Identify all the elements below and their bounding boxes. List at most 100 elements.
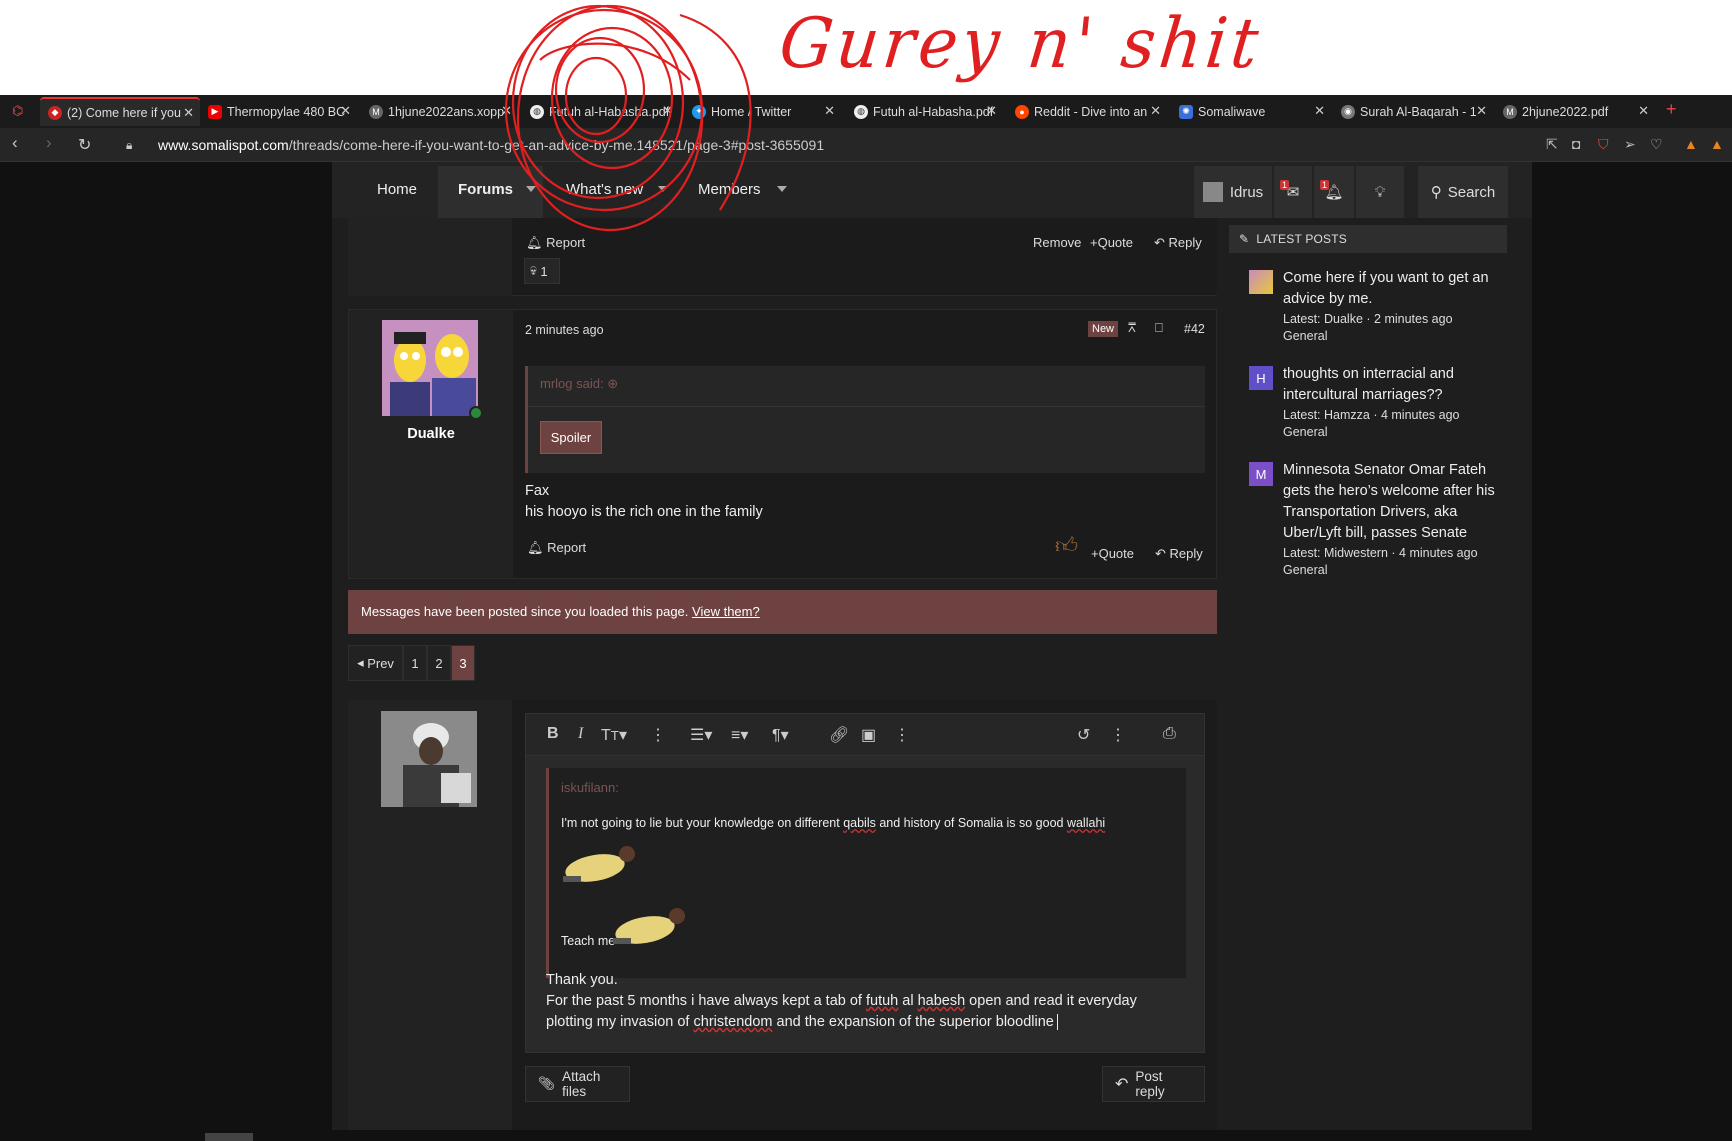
undo-icon[interactable]: ↺ [1077,725,1090,745]
post-avatar [1249,270,1273,294]
page-1-button[interactable]: 1 [403,645,427,681]
forums-caret-icon[interactable] [526,186,536,192]
tab-2[interactable]: ▶ Thermopylae 480 BC ✕ [200,97,357,126]
page-2-button[interactable]: 2 [427,645,451,681]
latest-post-item[interactable]: H thoughts on interracial and intercultu… [1229,364,1507,444]
close-tab-icon[interactable]: ✕ [340,103,351,119]
metamask-icon[interactable]: ▲ [1684,136,1698,152]
user-menu[interactable]: Idrus [1194,166,1272,218]
attach-files-button[interactable]: 📎︎ Attach files [525,1066,630,1102]
report-link[interactable]: 🔔︎ Report [526,235,585,251]
more-actions-icon[interactable]: ⋮ [1110,725,1126,745]
address-bar: ‹ › ↻ 🔒︎ www.somalispot.com/threads/come… [0,128,1732,162]
tab-10[interactable]: M 2hjune2022.pdf ✕ [1495,97,1655,126]
reaction-summary[interactable]: 💀︎ 1 [524,258,560,284]
tab-6[interactable]: ◍ Futuh al-Habasha.pdf ✕ [846,97,1003,126]
send-icon[interactable]: ➢ [1624,136,1636,153]
close-tab-icon[interactable]: ✕ [1150,103,1161,119]
thumbs-up-icon[interactable]: 👍︎ [1055,532,1078,559]
quote-link[interactable]: +Quote [1090,235,1133,250]
close-tab-icon[interactable]: ✕ [1638,103,1649,119]
list-icon[interactable]: ☰▾ [690,725,712,745]
inbox-button[interactable]: ✉ 1 [1274,166,1312,218]
tab-5[interactable]: ✦ Home / Twitter ✕ [684,97,841,126]
preview-icon[interactable]: ⎙ [1163,725,1176,743]
xournal-favicon-icon: M [369,104,383,119]
gamepad-icon[interactable]: ⌬ [12,103,23,119]
shield-icon[interactable]: ⛉ [1598,136,1609,153]
nav-whats-new[interactable]: What's new [566,181,643,198]
bold-icon[interactable]: B [547,725,559,743]
nav-members[interactable]: Members [698,181,761,198]
nav-home[interactable]: Home [377,181,417,198]
back-icon[interactable]: ‹ [12,133,18,153]
alerts-button[interactable]: 🔔︎ 1 [1314,166,1354,218]
share-icon[interactable]: ⩞ [1128,320,1136,336]
reload-icon[interactable]: ↻ [78,135,91,155]
bell-icon: 🔔︎ [527,540,544,555]
spoiler-button[interactable]: Spoiler [540,421,602,454]
view-them-link[interactable]: View them? [692,604,760,619]
new-tab-icon[interactable]: + [1666,99,1677,120]
page-3-button[interactable]: 3 [451,645,475,681]
quote-block: mrlog said: ⊕ [525,366,1205,473]
close-tab-icon[interactable]: ✕ [662,103,673,119]
url-field[interactable]: www.somalispot.com/threads/come-here-if-… [158,137,824,153]
tab-1[interactable]: ◆ (2) Come here if you ✕ [40,97,200,126]
bulb-button[interactable]: 💡︎ [1356,166,1404,218]
remove-link[interactable]: Remove [1033,235,1081,250]
editor-line-3: plotting my invasion of christendom and … [546,1014,1058,1030]
dancing-man-emoji-icon [563,846,635,882]
heart-icon[interactable]: ♡ [1650,136,1663,153]
close-tab-icon[interactable]: ✕ [1314,103,1325,119]
text-size-icon[interactable]: TT▾ [601,725,627,745]
report-link[interactable]: 🔔︎ Report [527,540,586,556]
link-icon[interactable]: 🔗︎ [829,725,849,745]
share-icon[interactable]: ⇱ [1546,136,1558,153]
line-fax: Fax [525,483,550,499]
close-tab-icon[interactable]: ✕ [1476,103,1487,119]
username[interactable]: Dualke [349,426,513,442]
members-caret-icon[interactable] [777,186,787,192]
more-options-icon[interactable]: ⋮ [650,725,666,745]
post-time[interactable]: 2 minutes ago [525,323,604,337]
rich-text-editor[interactable]: B I TT▾ ⋮ ☰▾ ≡▾ ¶▾ 🔗︎ ▣ ⋮ ↺ ⋮ ⎙ iskufila… [525,713,1205,1053]
bookmark-icon[interactable]: ⎕ [1155,320,1163,336]
editor-quote-text: I'm not going to lie but your knowledge … [561,816,1106,830]
new-badge: New [1088,321,1119,337]
quote-author[interactable]: mrlog said: ⊕ [540,376,618,392]
extension-icon[interactable]: ▲ [1710,136,1724,152]
nav-forums[interactable]: Forums [458,181,513,198]
tab-4[interactable]: ◍ Futuh al-Habasha.pdf ✕ [522,97,679,126]
post-number[interactable]: #42 [1184,322,1205,336]
post-reply-button[interactable]: ↶ Post reply [1102,1066,1205,1102]
skull-icon: 💀︎ [530,263,537,278]
tab-3[interactable]: M 1hjune2022ans.xopp ✕ [361,97,518,126]
my-avatar[interactable] [381,711,477,807]
whats-new-caret-icon[interactable] [658,186,668,192]
reply-link[interactable]: ↶ Reply [1155,546,1203,562]
close-tab-icon[interactable]: ✕ [501,103,512,119]
close-tab-icon[interactable]: ✕ [986,103,997,119]
lightbulb-icon: 💡︎ [1374,183,1386,201]
tab-8[interactable]: ✺ Somaliwave ✕ [1171,97,1331,126]
paragraph-icon[interactable]: ¶▾ [772,725,789,745]
latest-post-item[interactable]: Come here if you want to get an advice b… [1229,268,1507,348]
tab-7[interactable]: ● Reddit - Dive into an ✕ [1007,97,1167,126]
tab-9[interactable]: ◉ Surah Al-Baqarah - 1 ✕ [1333,97,1493,126]
reply-link[interactable]: ↶ Reply [1154,235,1202,251]
search-button[interactable]: ⚲ Search [1418,166,1508,218]
close-tab-icon[interactable]: ✕ [183,105,194,121]
user-avatar[interactable] [382,320,478,416]
italic-icon[interactable]: I [578,725,583,743]
latest-post-item[interactable]: M Minnesota Senator Omar Fateh gets the … [1229,460,1507,580]
image-icon[interactable]: ▣ [861,725,876,745]
forward-icon[interactable]: › [46,133,52,153]
close-tab-icon[interactable]: ✕ [824,103,835,119]
quote-link[interactable]: +Quote [1091,546,1134,561]
align-icon[interactable]: ≡▾ [731,725,748,745]
prev-page-button[interactable]: ◂ Prev [348,645,403,681]
scroll-thumb[interactable] [205,1133,253,1141]
camera-icon[interactable]: ◘ [1572,136,1580,152]
more-insert-icon[interactable]: ⋮ [894,725,910,745]
